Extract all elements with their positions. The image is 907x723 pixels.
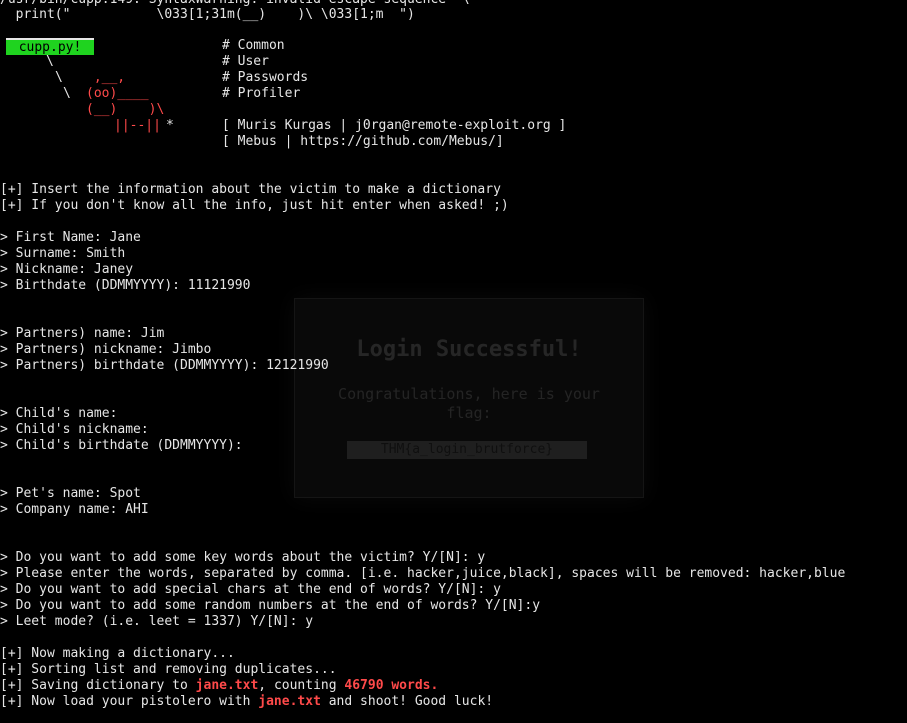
overlay-flag: THM{a_login_brutforce} bbox=[347, 441, 587, 459]
prompt-random-numbers: > Do you want to add some random numbers… bbox=[0, 598, 541, 613]
prompt-child-nickname: > Child's nickname: bbox=[0, 422, 149, 437]
prompt-keyword-list: > Please enter the words, separated by c… bbox=[0, 566, 846, 581]
status-sorting: [+] Sorting list and removing duplicates… bbox=[0, 662, 337, 677]
overlay-title: Login Successful! bbox=[356, 337, 582, 362]
saving-prefix: [+] Saving dictionary to bbox=[0, 678, 196, 693]
prompt-child-name: > Child's name: bbox=[0, 406, 118, 421]
prompt-first-name: > First Name: Jane bbox=[0, 230, 141, 245]
overlay-message: Congratulations, here is your flag: bbox=[338, 385, 600, 422]
prompt-company-name: > Company name: AHI bbox=[0, 502, 149, 517]
print-statement-line: print(" \033[1;31m(__) )\ \033[1;m ") bbox=[0, 7, 415, 22]
prompt-pet-name: > Pet's name: Spot bbox=[0, 486, 141, 501]
banner-authors: [ Muris Kurgas | j0rgan@remote-exploit.o… bbox=[222, 118, 567, 133]
dictionary-filename: jane.txt bbox=[195, 678, 259, 693]
counting-text: , counting bbox=[258, 678, 345, 693]
intro-line: [+] Insert the information about the vic… bbox=[0, 182, 501, 197]
terminal-window[interactable]: /usr/bin/cupp:149: SyntaxWarning: invali… bbox=[0, 0, 907, 723]
status-load: [+] Now load your pistolero with jane.tx… bbox=[0, 694, 493, 710]
prompt-partner-birthdate: > Partners) birthdate (DDMMYYYY): 121219… bbox=[0, 358, 329, 373]
word-count: 46790 words. bbox=[344, 678, 439, 693]
banner-menu-common: # Common bbox=[222, 38, 285, 53]
prompt-nickname: > Nickname: Janey bbox=[0, 262, 134, 277]
prompt-birthdate: > Birthdate (DDMMYYYY): 11121990 bbox=[0, 278, 251, 293]
prompt-child-birthdate: > Child's birthdate (DDMMYYYY): bbox=[0, 438, 243, 453]
intro-line: [+] If you don't know all the info, just… bbox=[0, 198, 509, 213]
prompt-keywords: > Do you want to add some key words abou… bbox=[0, 550, 486, 565]
load-prefix: [+] Now load your pistolero with bbox=[0, 694, 259, 709]
prompt-leet-mode: > Leet mode? (i.e. leet = 1337) Y/[N]: y bbox=[0, 614, 314, 629]
load-suffix: and shoot! Good luck! bbox=[320, 694, 494, 709]
prompt-surname: > Surname: Smith bbox=[0, 246, 126, 261]
login-success-overlay: Login Successful! Congratulations, here … bbox=[294, 298, 644, 498]
prompt-special-chars: > Do you want to add special chars at th… bbox=[0, 582, 501, 597]
cupp-banner: cupp.py! bbox=[6, 38, 94, 55]
banner-menu-user: # User bbox=[222, 54, 269, 69]
status-making: [+] Now making a dictionary... bbox=[0, 646, 235, 661]
dictionary-filename: jane.txt bbox=[258, 694, 321, 709]
banner-menu-passwords: # Passwords bbox=[222, 70, 309, 85]
status-saving: [+] Saving dictionary to jane.txt, count… bbox=[0, 678, 438, 694]
prompt-partner-nickname: > Partners) nickname: Jimbo bbox=[0, 342, 212, 357]
banner-menu-profiler: # Profiler bbox=[222, 86, 301, 101]
banner-repo-link: [ Mebus | https://github.com/Mebus/] bbox=[222, 134, 504, 149]
prompt-partner-name: > Partners) name: Jim bbox=[0, 326, 165, 341]
